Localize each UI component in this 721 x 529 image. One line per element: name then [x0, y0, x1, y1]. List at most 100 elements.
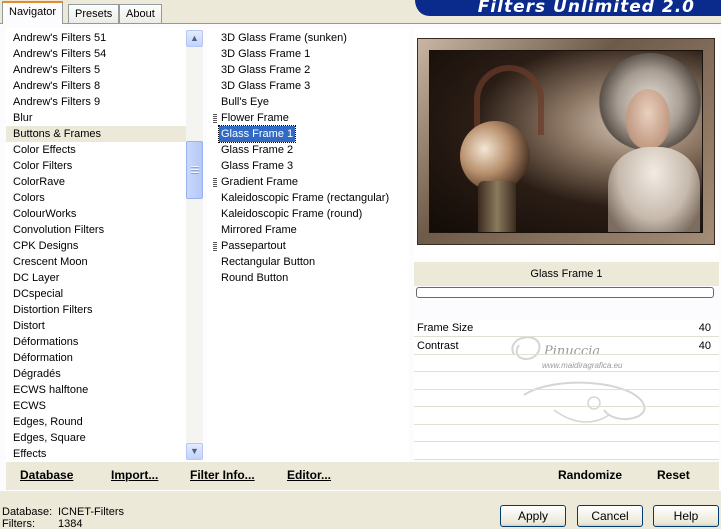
- category-item[interactable]: Andrew's Filters 8: [6, 78, 186, 94]
- tab-navigator-label: Navigator: [9, 6, 57, 18]
- app-title: Filters Unlimited 2.0: [477, 0, 695, 16]
- filter-item[interactable]: Kaleidoscopic Frame (round): [219, 206, 364, 222]
- filter-item[interactable]: Mirrored Frame: [219, 222, 299, 238]
- help-button[interactable]: Help: [653, 505, 719, 527]
- filter-item[interactable]: Round Button: [219, 270, 290, 286]
- status-footer: Database: ICNET-Filters Filters: 1384 Ap…: [0, 491, 721, 529]
- submenu-marker-icon: [213, 242, 217, 251]
- cancel-button[interactable]: Cancel: [577, 505, 643, 527]
- progress-bar: [416, 287, 714, 298]
- filter-item[interactable]: Flower Frame: [219, 110, 291, 126]
- parameter-row: [414, 425, 719, 442]
- filter-item[interactable]: Gradient Frame: [219, 174, 300, 190]
- grip-icon: [191, 166, 199, 167]
- category-item[interactable]: Edges, Square: [6, 430, 186, 446]
- filter-item[interactable]: 3D Glass Frame 1: [219, 46, 312, 62]
- apply-button-label: Apply: [517, 509, 549, 523]
- tab-presets-label: Presets: [75, 8, 113, 20]
- filter-item[interactable]: Glass Frame 2: [219, 142, 295, 158]
- parameter-row[interactable]: Frame Size 40: [414, 320, 719, 337]
- category-item[interactable]: Dégradés: [6, 366, 186, 382]
- category-item[interactable]: Blur: [6, 110, 186, 126]
- category-item[interactable]: Distortion Filters: [6, 302, 186, 318]
- parameter-row[interactable]: Contrast 40: [414, 338, 719, 355]
- filters-count-label: Filters:: [2, 518, 35, 529]
- filters-count-value: 1384: [58, 518, 83, 529]
- category-item[interactable]: Color Filters: [6, 158, 186, 174]
- grip-icon: [191, 172, 199, 173]
- parameter-value: 40: [698, 322, 711, 334]
- parameter-name: Contrast: [417, 339, 459, 352]
- database-info-label: Database:: [2, 506, 53, 518]
- scroll-up-button[interactable]: ▲: [186, 30, 203, 47]
- database-button[interactable]: Database: [20, 468, 73, 482]
- category-item[interactable]: CPK Designs: [6, 238, 186, 254]
- category-item[interactable]: ECWS: [6, 398, 186, 414]
- randomize-button[interactable]: Randomize: [558, 468, 622, 482]
- reset-button[interactable]: Reset: [657, 468, 690, 482]
- category-item[interactable]: Effects: [6, 446, 186, 462]
- collar-shape: [608, 147, 700, 232]
- filter-name-label: Glass Frame 1: [530, 268, 603, 280]
- database-info-value: ICNET-Filters: [58, 506, 124, 518]
- filter-list[interactable]: 3D Glass Frame (sunken) 3D Glass Frame 13…: [207, 28, 409, 462]
- preview-area: [414, 28, 719, 260]
- filter-item[interactable]: 3D Glass Frame 3: [219, 78, 312, 94]
- grip-icon: [191, 169, 199, 170]
- import-button[interactable]: Import...: [111, 468, 158, 482]
- filter-item[interactable]: Kaleidoscopic Frame (rectangular): [219, 190, 391, 206]
- category-item[interactable]: Andrew's Filters 51: [6, 30, 186, 46]
- tab-about[interactable]: About: [119, 4, 162, 23]
- filter-item[interactable]: Glass Frame 3: [219, 158, 295, 174]
- submenu-marker-icon: [213, 114, 217, 123]
- category-item[interactable]: ColourWorks: [6, 206, 186, 222]
- filter-item[interactable]: Glass Frame 1: [217, 125, 297, 143]
- filters-count-info: Filters: 1384: [2, 518, 82, 529]
- filter-info-button[interactable]: Filter Info...: [190, 468, 255, 482]
- submenu-marker-icon: [213, 178, 217, 187]
- parameter-name: Frame Size: [417, 322, 474, 334]
- category-item[interactable]: Andrew's Filters 9: [6, 94, 186, 110]
- tab-strip: Navigator Presets About Filters Unlimite…: [0, 0, 721, 24]
- chevron-up-icon: ▲: [190, 33, 199, 43]
- preview-photo: [429, 50, 703, 233]
- category-item[interactable]: Déformation: [6, 350, 186, 366]
- parameter-row: [414, 443, 719, 460]
- category-item[interactable]: Andrew's Filters 54: [6, 46, 186, 62]
- category-list[interactable]: Andrew's Filters 51 Andrew's Filters 54 An…: [6, 28, 204, 462]
- category-item[interactable]: Andrew's Filters 5: [6, 62, 186, 78]
- tab-presets[interactable]: Presets: [68, 4, 120, 23]
- category-item[interactable]: ECWS halftone: [6, 382, 186, 398]
- category-item[interactable]: Color Effects: [6, 142, 186, 158]
- face-shape: [626, 89, 670, 149]
- help-button-label: Help: [673, 509, 699, 523]
- category-item[interactable]: Convolution Filters: [6, 222, 186, 238]
- category-item[interactable]: DC Layer: [6, 270, 186, 286]
- scroll-thumb[interactable]: [186, 141, 203, 199]
- parameter-row: [414, 355, 719, 372]
- editor-button[interactable]: Editor...: [287, 468, 331, 482]
- chevron-down-icon: ▼: [190, 446, 199, 456]
- scroll-down-button[interactable]: ▼: [186, 443, 203, 460]
- tab-navigator[interactable]: Navigator: [2, 1, 64, 24]
- category-scrollbar[interactable]: ▲ ▼: [186, 30, 203, 460]
- filter-item[interactable]: 3D Glass Frame (sunken): [219, 30, 349, 46]
- parameter-row: [414, 408, 719, 425]
- filter-item[interactable]: 3D Glass Frame 2: [219, 62, 312, 78]
- filter-item[interactable]: Bull's Eye: [219, 94, 271, 110]
- apply-button[interactable]: Apply: [500, 505, 566, 527]
- category-item[interactable]: Crescent Moon: [6, 254, 186, 270]
- parameter-value: 40: [698, 339, 711, 352]
- parameter-row: [414, 390, 719, 407]
- filter-item[interactable]: Rectangular Button: [219, 254, 317, 270]
- category-item[interactable]: Edges, Round: [6, 414, 186, 430]
- filter-item[interactable]: Passepartout: [219, 238, 288, 254]
- category-item[interactable]: DCspecial: [6, 286, 186, 302]
- category-item[interactable]: Buttons & Frames: [6, 126, 186, 142]
- category-item[interactable]: Déformations: [6, 334, 186, 350]
- category-item[interactable]: Colors: [6, 190, 186, 206]
- app-title-banner: Filters Unlimited 2.0: [415, 0, 721, 16]
- category-item[interactable]: Distort: [6, 318, 186, 334]
- vase-shape: [478, 181, 516, 232]
- category-item[interactable]: ColorRave: [6, 174, 186, 190]
